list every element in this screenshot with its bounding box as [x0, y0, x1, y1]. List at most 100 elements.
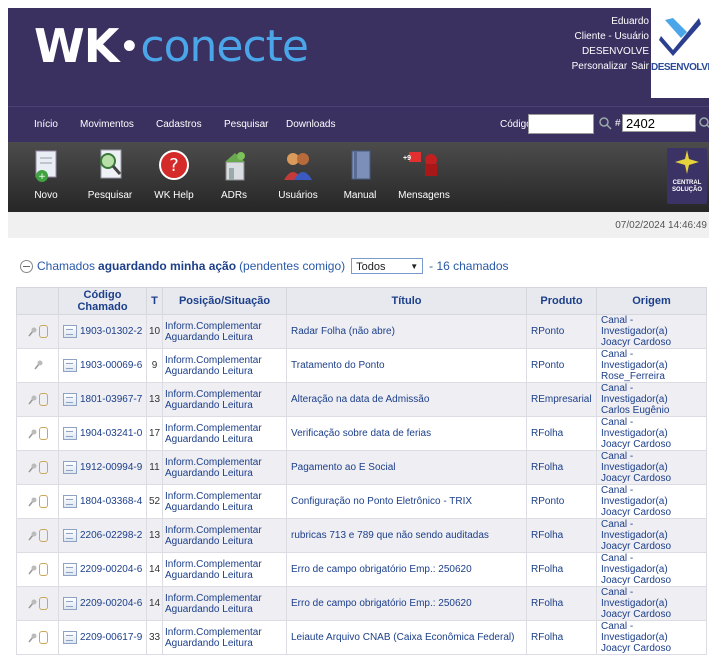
- table-row[interactable]: 2209-00204-6 14 Inform.Complementar Aguarda…: [16, 586, 707, 621]
- row-titulo[interactable]: Radar Folha (não abre): [286, 314, 527, 349]
- menu-cadastros[interactable]: Cadastros: [156, 119, 202, 130]
- posicao-line2: Aguardando Leitura: [165, 603, 253, 615]
- central-solucao-button[interactable]: CENTRAL SOLUÇÃO: [667, 148, 707, 204]
- row-titulo[interactable]: Verificação sobre data de ferias: [286, 416, 527, 451]
- chamado-number-input[interactable]: [622, 114, 696, 132]
- row-codigo[interactable]: 1804-03368-4: [58, 484, 147, 519]
- filter-select[interactable]: Todos ▼: [351, 258, 424, 274]
- col-titulo[interactable]: Título: [286, 287, 527, 315]
- pin-icon[interactable]: [27, 327, 37, 337]
- row-origem: Canal - Investigador(a) Joacyr Cardoso: [596, 314, 707, 349]
- table-row[interactable]: 2209-00617-9 33 Inform.Complementar Aguarda…: [16, 620, 707, 655]
- collapse-icon[interactable]: [20, 259, 33, 273]
- col-produto[interactable]: Produto: [526, 287, 597, 315]
- row-titulo[interactable]: Pagamento ao E Social: [286, 450, 527, 485]
- hash-label: #: [615, 118, 621, 129]
- table-row[interactable]: 1903-01302-2 10 Inform.Complementar Aguarda…: [16, 314, 707, 349]
- table-row[interactable]: 1904-03241-0 17 Inform.Complementar Aguarda…: [16, 416, 707, 451]
- menu-inicio[interactable]: Início: [34, 119, 58, 130]
- adrs-label: ADRs: [220, 190, 248, 201]
- table-row[interactable]: 2209-00204-6 14 Inform.Complementar Aguarda…: [16, 552, 707, 587]
- pin-icon[interactable]: [27, 633, 37, 643]
- row-t: 17: [146, 416, 163, 451]
- pin-icon[interactable]: [27, 463, 37, 473]
- chamados-table: Código Chamado T Posição/Situação Título…: [16, 287, 707, 655]
- adrs-button[interactable]: ADRs: [204, 148, 264, 201]
- row-t: 13: [146, 518, 163, 553]
- row-codigo[interactable]: 1912-00994-9: [58, 450, 147, 485]
- document-icon: [63, 325, 77, 338]
- pin-icon[interactable]: [33, 360, 43, 370]
- posicao-line1: Inform.Complementar: [165, 490, 262, 502]
- row-codigo[interactable]: 2209-00204-6: [58, 552, 147, 587]
- wk-help-button[interactable]: ? WK Help: [144, 148, 204, 201]
- table-row[interactable]: 1804-03368-4 52 Inform.Complementar Aguarda…: [16, 484, 707, 519]
- row-codigo[interactable]: 1904-03241-0: [58, 416, 147, 451]
- row-titulo[interactable]: rubricas 713 e 789 que não sendo auditad…: [286, 518, 527, 553]
- attachment-icon[interactable]: [39, 597, 48, 610]
- personalizar-link[interactable]: Personalizar: [572, 61, 628, 72]
- pin-icon[interactable]: [27, 565, 37, 575]
- codigo-input[interactable]: [528, 114, 594, 134]
- sair-link[interactable]: Sair: [631, 61, 649, 72]
- origem-line2: Rose_Ferreira: [601, 371, 665, 382]
- attachment-icon[interactable]: [39, 529, 48, 542]
- attachment-icon[interactable]: [39, 393, 48, 406]
- table-row[interactable]: 1801-03967-7 13 Inform.Complementar Aguarda…: [16, 382, 707, 417]
- attachment-icon[interactable]: [39, 563, 48, 576]
- posicao-line2: Aguardando Leitura: [165, 365, 253, 377]
- menu-downloads[interactable]: Downloads: [286, 119, 335, 130]
- posicao-line1: Inform.Complementar: [165, 422, 262, 434]
- row-titulo[interactable]: Tratamento do Ponto: [286, 348, 527, 383]
- attachment-icon[interactable]: [39, 461, 48, 474]
- table-header-row: Código Chamado T Posição/Situação Título…: [16, 287, 707, 315]
- col-origem[interactable]: Origem: [596, 287, 707, 315]
- table-row[interactable]: 1912-00994-9 11 Inform.Complementar Aguarda…: [16, 450, 707, 485]
- col-posicao[interactable]: Posição/Situação: [162, 287, 287, 315]
- row-codigo[interactable]: 2209-00617-9: [58, 620, 147, 655]
- attachment-icon[interactable]: [39, 325, 48, 338]
- pin-icon[interactable]: [27, 429, 37, 439]
- row-codigo[interactable]: 1801-03967-7: [58, 382, 147, 417]
- pin-icon[interactable]: [27, 395, 37, 405]
- row-actions: [16, 450, 59, 485]
- table-row[interactable]: 2206-02298-2 13 Inform.Complementar Aguarda…: [16, 518, 707, 553]
- row-titulo[interactable]: Erro de campo obrigatório Emp.: 250620: [286, 552, 527, 587]
- pin-icon[interactable]: [27, 531, 37, 541]
- attachment-icon[interactable]: [39, 495, 48, 508]
- row-titulo[interactable]: Alteração na data de Admissão: [286, 382, 527, 417]
- desenvolve-logo: DESENVOLVE: [651, 8, 709, 98]
- pesquisar-button[interactable]: Pesquisar: [80, 148, 140, 201]
- origem-line1: Canal - Investigador(a): [601, 417, 668, 440]
- row-codigo[interactable]: 2206-02298-2: [58, 518, 147, 553]
- wk-conecte-logo[interactable]: WK • conecte: [34, 16, 309, 76]
- user-name: Eduardo: [611, 16, 649, 27]
- codigo-text: 2209-00204-6: [80, 598, 143, 610]
- origem-line2: Joacyr Cardoso: [601, 473, 672, 484]
- menu-pesquisar[interactable]: Pesquisar: [224, 119, 268, 130]
- row-titulo[interactable]: Configuração no Ponto Eletrônico - TRIX: [286, 484, 527, 519]
- row-codigo[interactable]: 1903-00069-6: [58, 348, 147, 383]
- row-titulo[interactable]: Erro de campo obrigatório Emp.: 250620: [286, 586, 527, 621]
- codigo-text: 2209-00204-6: [80, 564, 143, 576]
- number-search-icon[interactable]: [698, 116, 709, 130]
- attachment-icon[interactable]: [39, 427, 48, 440]
- row-titulo[interactable]: Leiaute Arquivo CNAB (Caixa Econômica Fe…: [286, 620, 527, 655]
- col-t[interactable]: T: [146, 287, 163, 315]
- novo-button[interactable]: + Novo: [16, 148, 76, 201]
- attachment-icon[interactable]: [39, 631, 48, 644]
- codigo-search-icon[interactable]: [598, 116, 612, 130]
- col-codigo[interactable]: Código Chamado: [58, 287, 147, 315]
- menu-movimentos[interactable]: Movimentos: [80, 119, 134, 130]
- manual-button[interactable]: Manual: [330, 148, 390, 201]
- usuarios-button[interactable]: Usuários: [268, 148, 328, 201]
- pin-icon[interactable]: [27, 599, 37, 609]
- logo-wk-text: WK: [34, 19, 119, 73]
- pin-icon[interactable]: [27, 497, 37, 507]
- row-codigo[interactable]: 2209-00204-6: [58, 586, 147, 621]
- codigo-text: 1801-03967-7: [80, 394, 143, 406]
- table-row[interactable]: 1903-00069-6 9 Inform.Complementar Aguardan…: [16, 348, 707, 383]
- row-codigo[interactable]: 1903-01302-2: [58, 314, 147, 349]
- mensagens-button[interactable]: Mensagens +9: [394, 148, 454, 201]
- posicao-line2: Aguardando Leitura: [165, 399, 253, 411]
